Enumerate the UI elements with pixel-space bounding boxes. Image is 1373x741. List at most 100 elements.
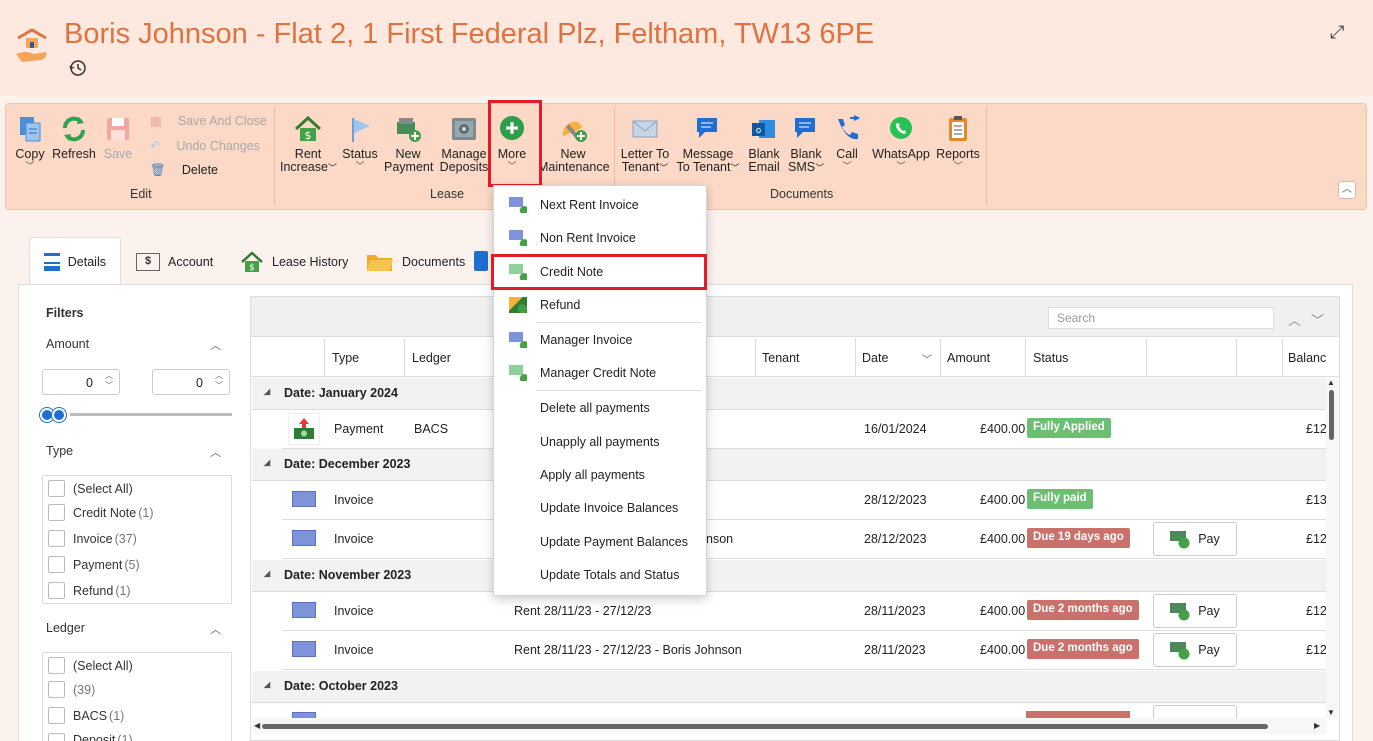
type-filter-item[interactable]: (Select All) — [48, 480, 133, 497]
group-row[interactable]: Date: November 2023 — [252, 560, 1328, 592]
col-tenant[interactable]: Tenant — [762, 351, 800, 365]
grid-nav-arrows-icon[interactable]: ︿﹀ — [1288, 310, 1334, 329]
save-button[interactable]: Save — [102, 114, 134, 161]
pay-button-partial[interactable] — [1153, 705, 1237, 718]
pay-button[interactable]: Pay — [1153, 522, 1237, 556]
scroll-down-icon[interactable]: ▼ — [1327, 708, 1335, 717]
ledger-filter-item[interactable]: BACS (1) — [48, 707, 124, 724]
table-row[interactable]: Payment BACS 16/01/2024 £400.00 Fully Ap… — [282, 410, 1328, 449]
filter-item-count: (37) — [114, 531, 137, 546]
menu-item-non-rent-invoice[interactable]: Non Rent Invoice — [494, 221, 706, 254]
checkbox[interactable] — [48, 504, 65, 521]
checkbox[interactable] — [48, 556, 65, 573]
status-button[interactable]: Status ﹀ — [342, 114, 378, 171]
pay-button[interactable]: Pay — [1153, 633, 1237, 667]
table-row[interactable]: Invoice Rent 28/11/23 - 27/12/23 - Boris… — [282, 631, 1328, 670]
type-filter-item[interactable]: Invoice (37) — [48, 530, 137, 547]
menu-item-delete-all-payments[interactable]: Delete all payments — [494, 391, 706, 424]
amount-max-input[interactable]: 0 ︿ ﹀ — [152, 369, 230, 395]
scroll-up-icon[interactable]: ▲ — [1327, 378, 1335, 387]
new-payment-button[interactable]: New Payment — [384, 114, 433, 174]
checkbox[interactable] — [48, 480, 65, 497]
refresh-button[interactable]: Refresh — [52, 114, 96, 161]
scroll-right-icon[interactable]: ▶ — [1314, 721, 1320, 730]
horizontal-scroll-thumb[interactable] — [262, 724, 1268, 729]
menu-item-unapply-all-payments[interactable]: Unapply all payments — [494, 425, 706, 458]
menu-item-manager-credit-note[interactable]: Manager Credit Note — [494, 356, 706, 389]
manage-deposits-button[interactable]: Manage Deposits — [438, 114, 490, 174]
tab-details[interactable]: Details — [29, 237, 121, 286]
expand-icon[interactable]: ⤢ — [1330, 22, 1344, 43]
slider-handles[interactable] — [38, 406, 70, 424]
table-row[interactable]: Invoice 28/12/2023 £400.00 Fully paid £1… — [282, 481, 1328, 520]
pay-button[interactable]: Pay — [1153, 594, 1237, 628]
col-type[interactable]: Type — [332, 351, 359, 365]
group-row[interactable]: Date: October 2023 — [252, 671, 1328, 703]
slider-max-handle[interactable] — [52, 408, 66, 422]
rent-increase-button[interactable]: $ Rent Increase﹀ — [280, 114, 337, 175]
call-button[interactable]: Call ﹀ — [832, 114, 862, 171]
menu-item-update-invoice-balances[interactable]: Update Invoice Balances — [494, 491, 706, 524]
menu-item-next-rent-invoice[interactable]: Next Rent Invoice — [494, 188, 706, 221]
type-filter-item[interactable]: Credit Note (1) — [48, 504, 154, 521]
menu-item-refund[interactable]: Refund — [494, 288, 706, 321]
blank-email-button[interactable]: o Blank Email — [746, 114, 782, 174]
whatsapp-button[interactable]: WhatsApp ﹀ — [870, 114, 932, 171]
menu-item-manager-invoice[interactable]: Manager Invoice — [494, 323, 706, 356]
col-balance[interactable]: Balanc — [1288, 351, 1326, 365]
col-date[interactable]: Date — [862, 351, 888, 365]
group-row[interactable]: Date: January 2024 — [252, 378, 1328, 410]
checkbox[interactable] — [48, 530, 65, 547]
checkbox[interactable] — [48, 733, 65, 741]
col-amount[interactable]: Amount — [947, 351, 990, 365]
checkbox[interactable] — [48, 582, 65, 599]
undo-changes-label: Undo Changes — [176, 139, 260, 153]
collapse-icon[interactable]: ︿ — [210, 337, 221, 353]
grid-search-input[interactable]: Search — [1048, 307, 1274, 329]
tab-account[interactable]: $ Account — [122, 237, 227, 286]
tab-documents[interactable]: Documents — [352, 237, 479, 286]
filter-item-label: Payment — [73, 557, 123, 572]
scroll-left-icon[interactable]: ◀ — [254, 721, 260, 730]
partial-tab-icon[interactable] — [474, 251, 488, 271]
message-to-tenant-button[interactable]: Message To Tenant﹀ — [676, 114, 740, 175]
undo-changes-button[interactable]: ↶ Undo Changes — [150, 138, 260, 153]
tab-lease-history[interactable]: $ Lease History — [226, 237, 362, 286]
col-status[interactable]: Status — [1033, 351, 1068, 365]
menu-item-apply-all-payments[interactable]: Apply all payments — [494, 458, 706, 491]
blank-sms-button[interactable]: Blank SMS﹀ — [788, 114, 824, 175]
reports-button[interactable]: Reports ﹀ — [936, 114, 980, 171]
collapse-icon[interactable]: ︿ — [210, 621, 221, 637]
vertical-scroll-thumb[interactable] — [1329, 390, 1334, 440]
invoice-icon — [292, 602, 316, 618]
group-row[interactable]: Date: December 2023 — [252, 449, 1328, 481]
table-row[interactable]: Invoice nson 28/12/2023 £400.00 Due 19 d… — [282, 520, 1328, 559]
delete-button[interactable]: 🗑 Delete — [150, 163, 218, 178]
amount-slider-track[interactable] — [46, 413, 232, 416]
checkbox[interactable] — [48, 657, 65, 674]
table-row[interactable]: Invoice Rent 28/11/23 - 27/12/23 28/11/2… — [282, 592, 1328, 631]
sort-chevron-icon[interactable]: ﹀ — [922, 351, 932, 366]
table-row[interactable] — [282, 703, 1328, 718]
spinner-arrows-icon[interactable]: ︿ ﹀ — [105, 371, 113, 391]
collapse-icon[interactable]: ︿ — [210, 444, 221, 460]
save-close-icon: ▦ — [150, 114, 162, 128]
letter-to-tenant-button[interactable]: Letter To Tenant﹀ — [620, 114, 670, 175]
copy-button[interactable]: Copy ﹀ — [14, 114, 46, 171]
type-filter-item[interactable]: Refund (1) — [48, 582, 131, 599]
menu-item-update-payment-balances[interactable]: Update Payment Balances — [494, 525, 706, 558]
spinner-arrows-icon[interactable]: ︿ ﹀ — [215, 371, 223, 391]
history-icon[interactable] — [68, 58, 88, 78]
checkbox[interactable] — [48, 681, 65, 698]
ledger-filter-item[interactable]: (39) — [48, 681, 95, 698]
ledger-filter-item[interactable]: Deposit (1) — [48, 733, 133, 741]
collapse-ribbon-button[interactable]: ︿ — [1338, 181, 1356, 199]
new-maintenance-button[interactable]: New Maintenance — [538, 114, 610, 174]
save-and-close-button[interactable]: ▦ Save And Close — [150, 113, 267, 128]
ledger-filter-item[interactable]: (Select All) — [48, 657, 133, 674]
amount-min-input[interactable]: 0 ︿ ﹀ — [42, 369, 120, 395]
checkbox[interactable] — [48, 707, 65, 724]
col-ledger[interactable]: Ledger — [412, 351, 451, 365]
menu-item-update-totals-and-status[interactable]: Update Totals and Status — [494, 558, 706, 591]
type-filter-item[interactable]: Payment (5) — [48, 556, 140, 573]
